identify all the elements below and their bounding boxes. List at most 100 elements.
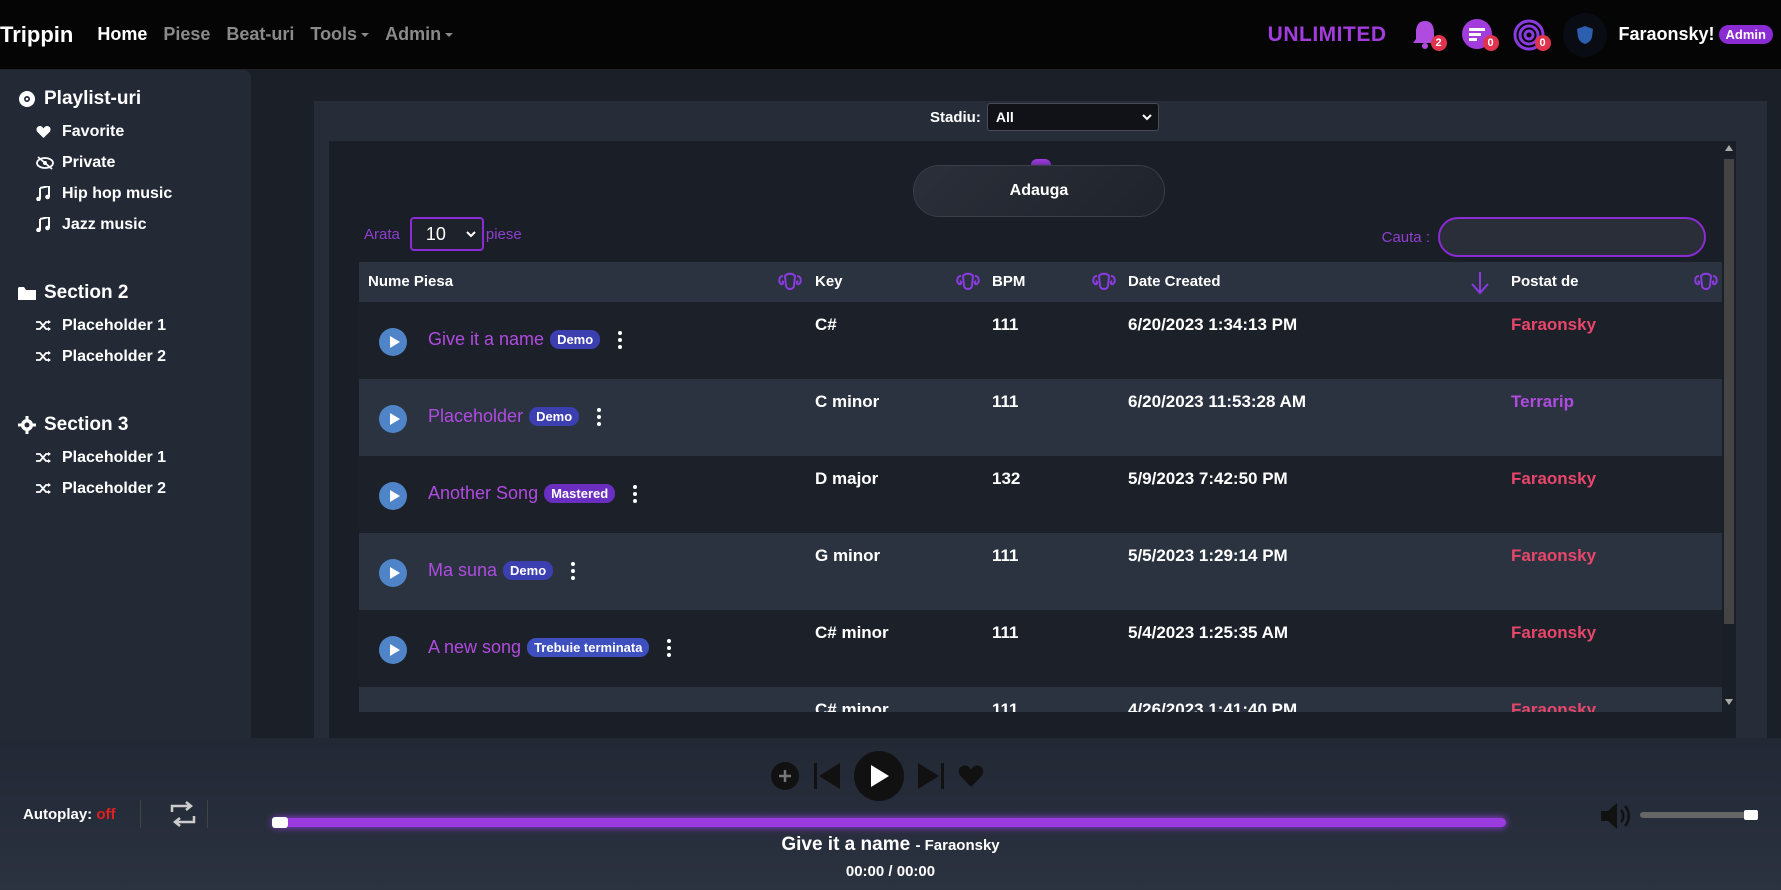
- table-row[interactable]: A new song Trebuie terminata C# minor 11…: [359, 610, 1722, 687]
- nav-home[interactable]: Home: [97, 24, 147, 45]
- username[interactable]: Faraonsky!: [1619, 24, 1715, 45]
- progress-bar[interactable]: [272, 817, 1506, 828]
- stadiu-select[interactable]: All: [986, 103, 1159, 131]
- messages-button[interactable]: 0: [1459, 17, 1499, 53]
- heart-icon[interactable]: [958, 764, 984, 788]
- table-row[interactable]: Another Song Mastered D major 132 5/9/20…: [359, 456, 1722, 533]
- more-options-icon[interactable]: [667, 638, 672, 657]
- sidebar-item-private[interactable]: Private: [36, 147, 251, 178]
- sidebar-item-placeholder-2[interactable]: Placeholder 2: [36, 473, 251, 504]
- scrollbar-thumb[interactable]: [1724, 159, 1734, 624]
- play-pause-button[interactable]: [854, 751, 904, 801]
- song-name-link[interactable]: Ma suna: [428, 560, 497, 581]
- play-icon[interactable]: [379, 405, 407, 433]
- sidebar-section-playlists[interactable]: Playlist-uri: [18, 88, 251, 110]
- sidebar-item-placeholder-1[interactable]: Placeholder 1: [36, 310, 251, 341]
- play-icon[interactable]: [379, 328, 407, 356]
- more-options-icon[interactable]: [597, 407, 602, 426]
- nav-piese[interactable]: Piese: [163, 24, 210, 45]
- progress-knob[interactable]: [272, 817, 288, 828]
- music-note-icon: [36, 217, 54, 232]
- notifications-button[interactable]: 2: [1407, 17, 1447, 53]
- sidebar-item-jazz[interactable]: Jazz music: [36, 209, 251, 240]
- page-size-select[interactable]: 10: [409, 217, 484, 251]
- shuffle-icon: [36, 319, 54, 332]
- nav-tools[interactable]: Tools: [310, 24, 370, 45]
- autoplay-toggle[interactable]: Autoplay: off: [23, 806, 116, 823]
- play-icon[interactable]: [379, 559, 407, 587]
- col-key-header[interactable]: Key: [815, 273, 843, 290]
- stadiu-filter: Stadiu: All: [930, 103, 1159, 131]
- more-options-icon[interactable]: [633, 484, 638, 503]
- sidebar-item-placeholder-2[interactable]: Placeholder 2: [36, 341, 251, 372]
- song-name-link[interactable]: Placeholder: [428, 406, 523, 427]
- bpm-cell: 111: [992, 700, 1019, 712]
- poster-link[interactable]: Faraonsky: [1511, 315, 1596, 335]
- page-size-value: 10: [425, 223, 446, 244]
- poster-link[interactable]: Faraonsky: [1511, 623, 1596, 643]
- add-song-button[interactable]: Adauga: [914, 166, 1164, 216]
- scroll-up-icon[interactable]: [1725, 145, 1733, 151]
- sidebar-item-label: Placeholder 2: [62, 479, 167, 497]
- table-scrollbar[interactable]: [1722, 141, 1736, 711]
- next-track-icon[interactable]: [916, 761, 946, 791]
- poster-link[interactable]: Faraonsky: [1511, 546, 1596, 566]
- repeat-icon[interactable]: [168, 800, 198, 828]
- search-input[interactable]: [1438, 217, 1706, 257]
- stadiu-label: Stadiu:: [930, 108, 981, 126]
- play-icon[interactable]: [379, 636, 407, 664]
- date-cell: 5/5/2023 1:29:14 PM: [1128, 546, 1288, 565]
- scroll-down-icon[interactable]: [1725, 699, 1733, 705]
- sidebar-section-2[interactable]: Section 2: [18, 282, 251, 304]
- nav-admin[interactable]: Admin: [385, 24, 454, 45]
- date-cell: 5/4/2023 1:25:35 AM: [1128, 623, 1289, 642]
- sort-ram-icon[interactable]: [1693, 270, 1719, 294]
- divider: [140, 800, 141, 828]
- previous-track-icon[interactable]: [812, 761, 842, 791]
- notifications-count: 2: [1430, 34, 1447, 51]
- song-name-link[interactable]: Give it a name: [428, 329, 544, 350]
- table-row[interactable]: Placeholder Demo C minor 111 6/20/2023 1…: [359, 379, 1722, 456]
- avatar[interactable]: [1562, 12, 1607, 57]
- chevron-down-icon: [361, 33, 370, 38]
- table-row[interactable]: C# minor 111 4/26/2023 1:41:40 PM Faraon…: [359, 687, 1722, 712]
- poster-link[interactable]: Terrarip: [1511, 392, 1574, 412]
- col-poster-header[interactable]: Postat de: [1511, 273, 1579, 290]
- poster-link[interactable]: Faraonsky: [1511, 700, 1596, 712]
- nav-beat-uri[interactable]: Beat-uri: [226, 24, 294, 45]
- volume-knob[interactable]: [1744, 810, 1758, 820]
- add-to-playlist-icon[interactable]: [770, 761, 800, 791]
- sidebar-item-hip-hop[interactable]: Hip hop music: [36, 178, 251, 209]
- show-suffix: piese: [485, 225, 522, 243]
- volume-icon[interactable]: [1599, 801, 1633, 831]
- requests-button[interactable]: 0: [1511, 17, 1551, 53]
- sort-ram-icon[interactable]: [1091, 270, 1117, 294]
- song-name-link[interactable]: A new song: [428, 637, 521, 658]
- col-name-header[interactable]: Nume Piesa: [368, 273, 453, 290]
- sidebar-section-3[interactable]: Section 3: [18, 414, 251, 436]
- col-bpm-header[interactable]: BPM: [992, 273, 1025, 290]
- sort-ram-icon[interactable]: [777, 270, 803, 294]
- poster-link[interactable]: Faraonsky: [1511, 469, 1596, 489]
- playback-controls: [770, 751, 984, 801]
- volume-slider[interactable]: [1640, 810, 1758, 820]
- more-options-icon[interactable]: [571, 561, 576, 580]
- arrow-down-icon[interactable]: [1469, 270, 1491, 296]
- music-note-icon: [36, 186, 54, 201]
- search-label: Cauta :: [1381, 228, 1430, 246]
- song-name-link[interactable]: Another Song: [428, 483, 538, 504]
- autoplay-label: Autoplay:: [23, 806, 93, 823]
- divider: [207, 800, 208, 828]
- autoplay-state: off: [96, 806, 116, 823]
- sort-ram-icon[interactable]: [955, 270, 981, 294]
- sidebar-item-favorite[interactable]: Favorite: [36, 116, 251, 147]
- play-icon[interactable]: [379, 482, 407, 510]
- brand-logo[interactable]: Trippin: [0, 22, 73, 48]
- col-date-header[interactable]: Date Created: [1128, 273, 1221, 290]
- more-options-icon[interactable]: [618, 330, 623, 349]
- table-row[interactable]: Give it a name Demo C# 111 6/20/2023 1:3…: [359, 302, 1722, 379]
- sidebar-item-placeholder-1[interactable]: Placeholder 1: [36, 442, 251, 473]
- now-playing-artist[interactable]: - Faraonsky: [915, 837, 999, 854]
- table-row[interactable]: Ma suna Demo G minor 111 5/5/2023 1:29:1…: [359, 533, 1722, 610]
- date-cell: 5/9/2023 7:42:50 PM: [1128, 469, 1288, 488]
